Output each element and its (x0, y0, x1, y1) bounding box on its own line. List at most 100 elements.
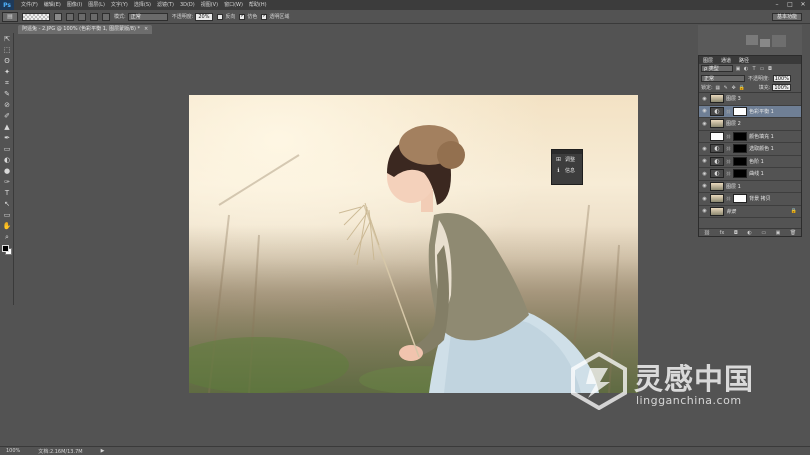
fx-icon[interactable]: fx (720, 230, 725, 236)
stamp-tool-icon[interactable]: ▲ (1, 122, 13, 132)
menu-item[interactable]: 3D(D) (177, 0, 198, 10)
move-tool-icon[interactable]: ⇱ (1, 34, 13, 44)
minimize-button[interactable]: – (772, 1, 782, 9)
visibility-eye-icon[interactable]: ◉ (701, 171, 708, 177)
pixel-filter-icon[interactable]: ▣ (735, 66, 741, 72)
lock-image-icon[interactable]: ✎ (723, 85, 729, 91)
visibility-eye-icon[interactable]: ◉ (701, 108, 708, 114)
layer-filter-select[interactable]: ρ 类型 (701, 65, 733, 72)
workspace-select[interactable]: 基本功能 (771, 13, 802, 21)
menu-item[interactable]: 窗口(W) (221, 0, 246, 10)
visibility-eye-icon[interactable]: ◉ (701, 183, 708, 189)
mask-link-icon[interactable]: ⛓ (726, 134, 731, 139)
layer-row[interactable]: ◉ ◐ ⛓ 色彩平衡 1 (699, 105, 801, 118)
type-tool-icon[interactable]: T (1, 188, 13, 198)
diamond-gradient-button[interactable] (102, 12, 110, 21)
marquee-tool-icon[interactable]: ⬚ (1, 45, 13, 55)
path-select-tool-icon[interactable]: ↖ (1, 199, 13, 209)
healing-tool-icon[interactable]: ⊘ (1, 100, 13, 110)
smart-filter-icon[interactable]: ◘ (767, 66, 773, 72)
shape-tool-icon[interactable]: ▭ (1, 210, 13, 220)
layer-row[interactable]: ◉ ⛓ 背景 拷贝 (699, 193, 801, 206)
menu-item[interactable]: 视图(V) (198, 0, 221, 10)
gradient-tool-icon[interactable]: ◐ (1, 155, 13, 165)
eraser-tool-icon[interactable]: ▭ (1, 144, 13, 154)
layer-row[interactable]: ⛓ 颜色填充 1 (699, 131, 801, 143)
gradient-picker[interactable] (22, 12, 50, 21)
maximize-button[interactable]: □ (785, 1, 795, 9)
layer-opacity-input[interactable]: 100% (772, 74, 791, 82)
crop-tool-icon[interactable]: ⌗ (1, 78, 13, 88)
mask-link-icon[interactable]: ⛓ (726, 146, 731, 151)
adjust-filter-icon[interactable]: ◐ (743, 66, 749, 72)
menu-item[interactable]: 编辑(E) (41, 0, 64, 10)
layer-mask-thumbnail[interactable] (733, 169, 748, 179)
mask-link-icon[interactable]: ⛓ (726, 109, 731, 114)
mask-link-icon[interactable]: ⛓ (726, 159, 731, 164)
layer-row[interactable]: ◉ 图层 1 (699, 181, 801, 193)
history-brush-icon[interactable]: ✒ (1, 133, 13, 143)
floating-panel-item[interactable]: ℹ 信息 (552, 165, 582, 176)
layer-row[interactable]: ◉ 图层 3 (699, 93, 801, 106)
menu-item[interactable]: 文字(Y) (108, 0, 131, 10)
status-menu-arrow-icon[interactable]: ▶ (101, 448, 105, 454)
reverse-checkbox[interactable] (217, 13, 224, 20)
document-tab[interactable]: 阿遥兔 - 2.JPG @ 100% (色彩平衡 1, 图层蒙版/8) * × (18, 25, 153, 34)
visibility-eye-icon[interactable]: ◉ (701, 208, 708, 214)
hand-tool-icon[interactable]: ✋ (1, 221, 13, 231)
lock-transparent-icon[interactable]: ▦ (715, 85, 721, 91)
visibility-eye-icon[interactable]: ◉ (701, 196, 708, 202)
menu-item[interactable]: 选择(S) (131, 0, 154, 10)
visibility-eye-icon[interactable]: ◉ (701, 121, 708, 127)
mode-select[interactable]: 正常 (127, 12, 168, 21)
brush-tool-icon[interactable]: ✐ (1, 111, 13, 121)
foreground-color[interactable] (2, 245, 9, 252)
lock-position-icon[interactable]: ✥ (731, 85, 737, 91)
layer-mask-thumbnail[interactable] (733, 144, 748, 154)
delete-layer-icon[interactable]: 🗑 (790, 230, 796, 236)
linear-gradient-button[interactable] (54, 12, 62, 21)
new-group-icon[interactable]: ▭ (761, 230, 766, 236)
menu-item[interactable]: 文件(F) (18, 0, 41, 10)
angle-gradient-button[interactable] (78, 12, 86, 21)
document-photo[interactable] (189, 95, 638, 393)
radial-gradient-button[interactable] (66, 12, 74, 21)
layers-tab[interactable]: 图层 (699, 57, 717, 64)
zoom-tool-icon[interactable]: ⌕ (1, 232, 13, 242)
layer-row[interactable]: ◉ 图层 2 (699, 118, 801, 131)
floating-panel-item[interactable]: ⊞ 调整 (552, 154, 582, 165)
layer-row[interactable]: ◉ ◐ ⛓ 曲线 1 (699, 168, 801, 181)
layer-mask-thumbnail[interactable] (733, 156, 748, 166)
link-layers-icon[interactable]: ⛓ (704, 230, 710, 236)
layers-tab[interactable]: 路径 (735, 57, 753, 64)
tool-preset-picker[interactable]: ▤ (2, 11, 18, 22)
layer-row[interactable]: ◉ ◐ ⛓ 色阶 1 (699, 156, 801, 168)
opacity-input[interactable]: 20% (195, 12, 214, 21)
visibility-eye-icon[interactable]: ◉ (701, 146, 708, 152)
close-button[interactable]: ✕ (798, 1, 808, 9)
menu-item[interactable]: 图层(L) (85, 0, 108, 10)
zoom-level[interactable]: 100% (6, 448, 20, 454)
shape-filter-icon[interactable]: ▭ (759, 66, 765, 72)
blur-tool-icon[interactable]: ● (1, 166, 13, 176)
layer-mask-thumbnail[interactable] (733, 106, 748, 116)
visibility-eye-icon[interactable]: ◉ (701, 158, 708, 164)
type-filter-icon[interactable]: T (751, 66, 757, 72)
quick-select-tool-icon[interactable]: ✦ (1, 67, 13, 77)
mask-link-icon[interactable]: ⛓ (726, 171, 731, 176)
menu-item[interactable]: 图像(I) (64, 0, 85, 10)
transparency-checkbox[interactable] (261, 13, 268, 20)
mask-link-icon[interactable]: ⛓ (726, 196, 731, 201)
new-adjustment-icon[interactable]: ◐ (747, 230, 751, 236)
close-tab-icon[interactable]: × (144, 25, 148, 34)
fill-input[interactable]: 100% (772, 84, 791, 91)
menu-item[interactable]: 滤镜(T) (154, 0, 177, 10)
eyedropper-tool-icon[interactable]: ✎ (1, 89, 13, 99)
blend-mode-select[interactable]: 正常 (701, 74, 745, 82)
lasso-tool-icon[interactable]: ʘ (1, 56, 13, 66)
visibility-eye-icon[interactable]: ◉ (701, 96, 708, 102)
layer-mask-thumbnail[interactable] (733, 131, 748, 141)
layer-mask-thumbnail[interactable] (733, 194, 748, 204)
lock-all-icon[interactable]: 🔒 (739, 85, 745, 91)
add-mask-icon[interactable]: ◘ (734, 230, 738, 236)
